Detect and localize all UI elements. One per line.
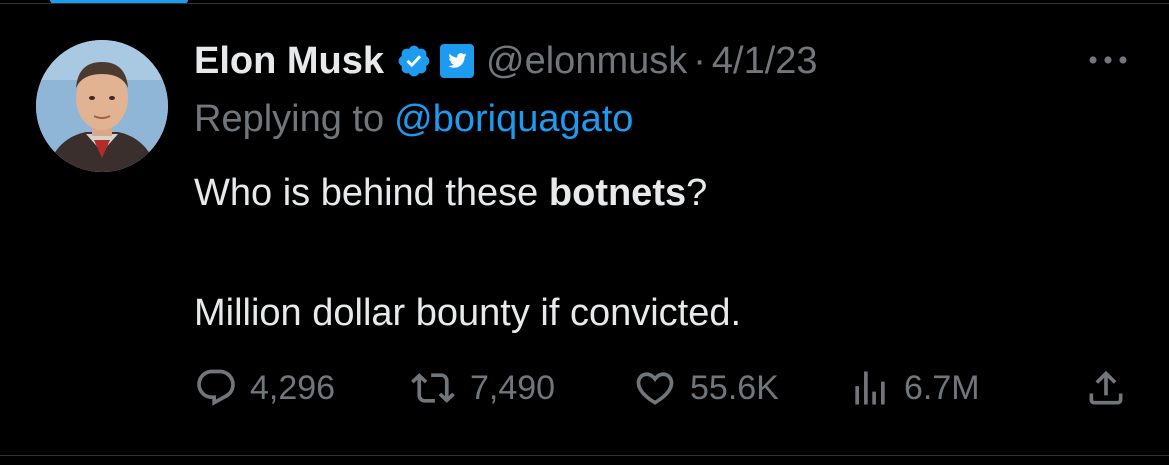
like-button[interactable]: 55.6K [632,362,779,414]
avatar[interactable] [36,40,168,172]
tweet-text-segment: Who is behind these [194,172,549,214]
tweet-text-line-2: Million dollar bounty if convicted. [194,292,742,334]
bottom-divider [0,455,1169,456]
retweet-button[interactable]: 7,490 [408,362,555,414]
reply-count: 4,296 [250,368,336,407]
replying-to-label: Replying to [194,98,385,140]
views-count: 6.7M [904,368,980,407]
verified-badge-icon[interactable] [396,43,432,79]
share-button[interactable] [1084,362,1128,414]
separator-dot: · [693,39,706,82]
twitter-bird-icon[interactable] [440,44,475,78]
tweet-text-bold: botnets [548,172,687,214]
tweet-text-punct: ? [686,172,708,214]
reply-bubble-icon [197,369,235,406]
analytics-bars-icon [855,371,885,405]
more-dots-icon [1089,56,1127,64]
views-button[interactable]: 6.7M [848,362,980,414]
retweet-icon [411,373,455,403]
tweet-actions: 4,296 7,490 55.6K 6.7M [0,362,1169,414]
more-options-button[interactable] [1086,48,1130,72]
like-count: 55.6K [690,368,779,407]
reply-button[interactable]: 4,296 [194,362,335,414]
replying-to-line: Replying to @boriquagato [194,98,633,141]
tweet-text-line-1: Who is behind these botnets? [194,172,707,215]
top-divider [0,3,1169,4]
author-handle[interactable]: @elonmusk [486,40,687,83]
avatar-image [36,40,168,172]
tweet-header: Elon Musk @elonmusk · 4/1/23 [194,38,818,84]
display-name[interactable]: Elon Musk [194,40,384,83]
share-icon [1089,370,1123,405]
reply-mention-link[interactable]: @boriquagato [394,98,633,140]
heart-icon [636,372,674,405]
retweet-count: 7,490 [470,368,556,407]
tweet-date[interactable]: 4/1/23 [712,40,818,83]
